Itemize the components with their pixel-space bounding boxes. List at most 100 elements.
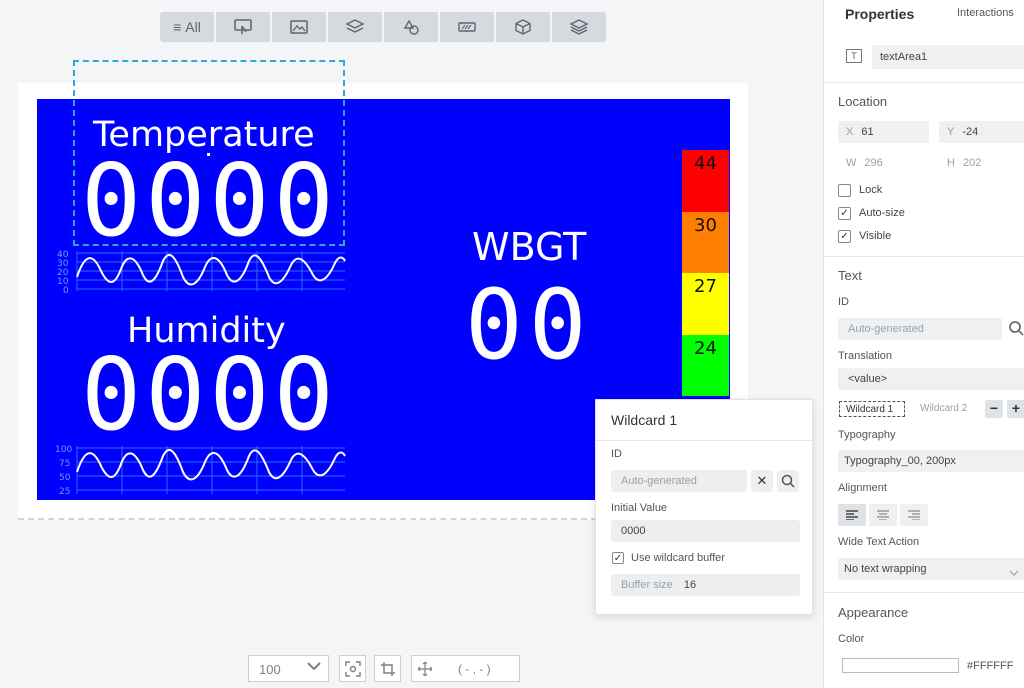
text-id-input[interactable]: Auto-generated: [838, 318, 1002, 340]
stack-icon: [569, 19, 589, 35]
typography-label: Typography: [838, 429, 896, 441]
filter-containers-button[interactable]: [328, 12, 382, 42]
hum-axis-tick: 50: [59, 473, 71, 483]
humidity-graph[interactable]: 100 75 50 25: [55, 442, 347, 498]
buffer-size-field[interactable]: Buffer size 16: [611, 574, 800, 596]
popup-title: Wildcard 1: [611, 412, 678, 428]
translation-label: Translation: [838, 350, 893, 362]
cube-icon: [515, 19, 531, 35]
initial-value-input[interactable]: 0000: [611, 520, 800, 542]
y-value: -24: [962, 126, 979, 138]
tab-interactions[interactable]: Interactions: [957, 7, 1014, 19]
y-key: Y: [947, 126, 955, 138]
w-input[interactable]: W 296: [838, 152, 929, 174]
lock-checkbox[interactable]: [838, 184, 851, 197]
wide-text-select[interactable]: No text wrapping: [838, 558, 1024, 580]
align-right-button[interactable]: [900, 504, 928, 526]
use-buffer-checkbox[interactable]: ✓: [612, 552, 624, 564]
shapes-icon: [403, 19, 419, 35]
color-hex-value[interactable]: #FFFFFF: [967, 660, 1013, 672]
translation-input[interactable]: <value>: [838, 368, 1024, 390]
wildcard-id-label: ID: [611, 448, 622, 460]
align-center-button[interactable]: [869, 504, 897, 526]
zoom-value: 100: [259, 662, 281, 677]
h-key: H: [947, 157, 955, 169]
wbgt-title[interactable]: WBGT: [472, 225, 586, 269]
auto-size-checkbox[interactable]: ✓: [838, 207, 851, 220]
buffer-size-value: 16: [683, 579, 697, 591]
w-key: W: [846, 157, 857, 169]
filter-interactive-button[interactable]: [216, 12, 270, 42]
temp-axis-tick: 0: [63, 286, 69, 295]
humidity-curve: [76, 448, 346, 481]
x-input[interactable]: X 61: [838, 121, 929, 143]
wildcard-id-input[interactable]: Auto-generated: [611, 470, 747, 492]
wildcard2-button[interactable]: Wildcard 2: [920, 403, 967, 414]
filter-3d-button[interactable]: [496, 12, 550, 42]
coordinate-readout: ( - , - ): [411, 655, 520, 682]
location-heading: Location: [838, 94, 888, 109]
layers-icon: [345, 19, 365, 33]
align-center-icon: [877, 510, 889, 520]
typography-select[interactable]: Typography_00, 200px: [838, 450, 1024, 472]
wbgt-value[interactable]: 00: [465, 275, 593, 375]
clear-icon[interactable]: ✕: [751, 470, 773, 492]
auto-size-label: Auto-size: [859, 207, 905, 219]
wbgt-color-scale[interactable]: 44 30 27 24: [682, 150, 729, 396]
temperature-graph[interactable]: 40 30 20 10 0: [55, 247, 347, 295]
filter-shapes-button[interactable]: [384, 12, 438, 42]
progress-bar-icon: [458, 22, 476, 32]
hum-axis-tick: 75: [59, 459, 70, 469]
crop-button[interactable]: [374, 655, 401, 682]
widget-filter-toolbar: ≡ All: [160, 12, 608, 42]
wildcard1-button[interactable]: Wildcard 1: [839, 401, 905, 417]
x-key: X: [846, 126, 854, 138]
focus-icon: [344, 660, 361, 677]
buffer-size-label: Buffer size: [621, 579, 673, 591]
remove-wildcard-button[interactable]: −: [985, 400, 1003, 418]
h-input[interactable]: H 202: [939, 152, 1024, 174]
y-input[interactable]: Y -24: [939, 121, 1024, 143]
visible-checkbox[interactable]: ✓: [838, 230, 851, 243]
search-icon[interactable]: [1008, 320, 1024, 341]
text-area-icon: T: [846, 49, 862, 63]
text-id-label: ID: [838, 296, 849, 308]
scale-segment: 30: [682, 211, 729, 273]
wide-text-label: Wide Text Action: [838, 536, 920, 548]
align-left-button[interactable]: [838, 504, 866, 526]
panel-divider: [824, 592, 1024, 593]
hum-axis-tick: 100: [55, 445, 72, 455]
color-label: Color: [838, 633, 865, 645]
fit-screen-button[interactable]: [339, 655, 366, 682]
align-left-icon: [846, 510, 858, 520]
panel-divider: [824, 82, 1024, 83]
image-icon: [290, 20, 308, 34]
color-swatch[interactable]: [842, 658, 959, 673]
filter-stacked-button[interactable]: [552, 12, 606, 42]
chevron-down-icon[interactable]: [306, 660, 322, 676]
filter-image-button[interactable]: [272, 12, 326, 42]
chevron-down-icon: [1009, 564, 1019, 582]
h-value: 202: [962, 157, 982, 169]
coordinates-text: ( - , - ): [458, 662, 491, 676]
x-value: 61: [861, 126, 874, 138]
tab-properties[interactable]: Properties: [845, 6, 914, 22]
filter-all-button[interactable]: ≡ All: [160, 12, 214, 42]
move-icon: [418, 662, 432, 676]
filter-all-label: All: [185, 19, 201, 35]
text-caret: [207, 153, 210, 156]
visible-label: Visible: [859, 230, 892, 242]
text-heading: Text: [838, 268, 862, 283]
properties-panel: Properties Interactions T textArea1 Loca…: [823, 0, 1024, 688]
widget-name-input[interactable]: textArea1: [872, 45, 1024, 69]
search-icon[interactable]: [777, 470, 799, 492]
add-wildcard-button[interactable]: +: [1007, 400, 1024, 418]
menu-icon: ≡: [173, 19, 182, 35]
crop-icon: [380, 661, 395, 676]
initial-value-label: Initial Value: [611, 502, 668, 514]
panel-divider: [824, 256, 1024, 257]
humidity-value[interactable]: 0000: [81, 345, 338, 445]
use-buffer-label: Use wildcard buffer: [631, 552, 725, 564]
filter-progress-button[interactable]: [440, 12, 494, 42]
scale-segment: 24: [682, 334, 729, 396]
